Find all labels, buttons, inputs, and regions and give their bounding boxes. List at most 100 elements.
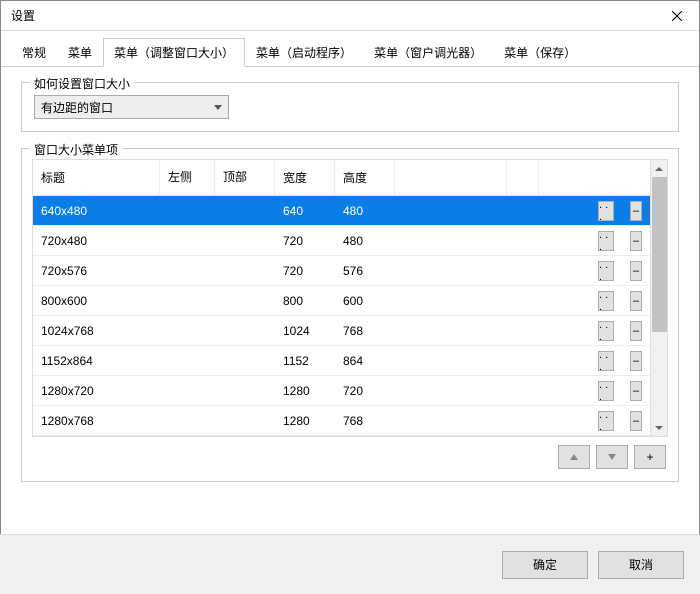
cell-width: 640: [275, 200, 335, 222]
table-row[interactable]: 720x576720576. . .–: [33, 256, 650, 286]
col-header-title[interactable]: 标题: [33, 160, 160, 195]
cell-left: [160, 207, 215, 215]
table-row[interactable]: 1024x7681024768. . .–: [33, 316, 650, 346]
cell-remove: –: [622, 197, 650, 225]
table-row[interactable]: 720x480720480. . .–: [33, 226, 650, 256]
row-edit-button[interactable]: . . .: [598, 201, 614, 221]
chevron-up-icon: [655, 167, 663, 171]
tab-0[interactable]: 常规: [11, 38, 57, 67]
col-header-top[interactable]: 顶部: [215, 160, 275, 195]
col-header-remove: [539, 160, 650, 195]
cell-remove: –: [622, 407, 650, 435]
scroll-thumb[interactable]: [652, 177, 667, 332]
chevron-down-icon: [214, 105, 222, 110]
row-edit-button[interactable]: . . .: [598, 351, 614, 371]
cell-height: 720: [335, 380, 395, 402]
cell-height: 864: [335, 350, 395, 372]
cell-height: 768: [335, 320, 395, 342]
row-remove-button[interactable]: –: [630, 291, 642, 311]
cell-title: 800x600: [33, 290, 160, 312]
row-edit-button[interactable]: . . .: [598, 411, 614, 431]
cell-left: [160, 387, 215, 395]
cell-top: [215, 297, 275, 305]
row-edit-button[interactable]: . . .: [598, 291, 614, 311]
cell-edit: . . .: [590, 287, 622, 315]
footer: 确定 取消: [0, 534, 700, 594]
table-row[interactable]: 1152x864 1152864 . . .–: [33, 346, 650, 376]
cell-top: [215, 417, 275, 425]
tab-1[interactable]: 菜单: [57, 38, 103, 67]
list-fieldset: 窗口大小菜单项 标题 左侧 顶部 宽度 高度 640x480640480. . …: [21, 148, 679, 482]
cell-title: 1280x720: [33, 380, 160, 402]
row-remove-button[interactable]: –: [630, 321, 642, 341]
cell-top: [215, 327, 275, 335]
tab-2[interactable]: 菜单（调整窗口大小）: [103, 38, 245, 67]
table-row[interactable]: 1280x7681280768. . .–: [33, 406, 650, 436]
cell-width: 1280: [275, 410, 335, 432]
row-remove-button[interactable]: –: [630, 381, 642, 401]
row-remove-button[interactable]: –: [630, 411, 642, 431]
cell-width: 1024: [275, 320, 335, 342]
cell-left: [160, 327, 215, 335]
scroll-down-button[interactable]: [651, 419, 667, 436]
scrollbar[interactable]: [650, 160, 667, 436]
cell-left: [160, 357, 215, 365]
row-edit-button[interactable]: . . .: [598, 381, 614, 401]
table-row[interactable]: 800x600800600. . .–: [33, 286, 650, 316]
cell-left: [160, 237, 215, 245]
row-edit-button[interactable]: . . .: [598, 261, 614, 281]
cell-title: 1152x864: [33, 350, 160, 372]
table-body: 640x480640480. . .–720x480720480. . .–72…: [33, 196, 650, 436]
cell-edit: . . .: [590, 227, 622, 255]
cell-width: 720: [275, 230, 335, 252]
cell-height: 768: [335, 410, 395, 432]
cell-title: 640x480: [33, 200, 160, 222]
row-edit-button[interactable]: . . .: [598, 231, 614, 251]
tabs: 常规菜单菜单（调整窗口大小）菜单（启动程序）菜单（窗户调光器）菜单（保存）: [1, 31, 699, 67]
close-button[interactable]: [654, 1, 699, 31]
row-remove-button[interactable]: –: [630, 231, 642, 251]
table-row[interactable]: 1280x720 1280720 . . .–: [33, 376, 650, 406]
cell-rest: [395, 387, 590, 395]
col-header-rest: [395, 160, 507, 195]
cell-remove: –: [622, 287, 650, 315]
move-down-button[interactable]: [596, 445, 628, 469]
arrow-down-icon: [608, 454, 616, 460]
cell-width: 1152: [275, 350, 335, 372]
add-button[interactable]: +: [634, 445, 666, 469]
cell-rest: [395, 267, 590, 275]
cell-rest: [395, 357, 590, 365]
tab-3[interactable]: 菜单（启动程序）: [245, 38, 363, 67]
row-remove-button[interactable]: –: [630, 201, 642, 221]
cell-width: 1280: [275, 380, 335, 402]
col-header-width[interactable]: 宽度: [275, 160, 335, 195]
table-header: 标题 左侧 顶部 宽度 高度: [33, 160, 650, 196]
row-edit-button[interactable]: . . .: [598, 321, 614, 341]
row-remove-button[interactable]: –: [630, 351, 642, 371]
cancel-button[interactable]: 取消: [598, 551, 684, 579]
tab-5[interactable]: 菜单（保存）: [493, 38, 587, 67]
cell-top: [215, 237, 275, 245]
col-header-height[interactable]: 高度: [335, 160, 395, 195]
scroll-up-button[interactable]: [651, 160, 667, 177]
cell-remove: –: [622, 257, 650, 285]
table-row[interactable]: 640x480640480. . .–: [33, 196, 650, 226]
move-up-button[interactable]: [558, 445, 590, 469]
cell-height: 480: [335, 230, 395, 252]
tab-4[interactable]: 菜单（窗户调光器）: [363, 38, 493, 67]
col-header-left[interactable]: 左侧: [160, 160, 215, 195]
titlebar: 设置: [1, 1, 699, 31]
cell-rest: [395, 237, 590, 245]
sizer-dropdown[interactable]: 有边距的窗口: [34, 95, 229, 119]
scroll-track[interactable]: [651, 177, 667, 419]
sizer-legend: 如何设置窗口大小: [30, 75, 134, 92]
cell-remove: –: [622, 227, 650, 255]
cell-left: [160, 417, 215, 425]
cell-edit: . . .: [590, 197, 622, 225]
cell-height: 576: [335, 260, 395, 282]
cell-top: [215, 207, 275, 215]
row-remove-button[interactable]: –: [630, 261, 642, 281]
cell-width: 720: [275, 260, 335, 282]
cell-rest: [395, 327, 590, 335]
ok-button[interactable]: 确定: [502, 551, 588, 579]
